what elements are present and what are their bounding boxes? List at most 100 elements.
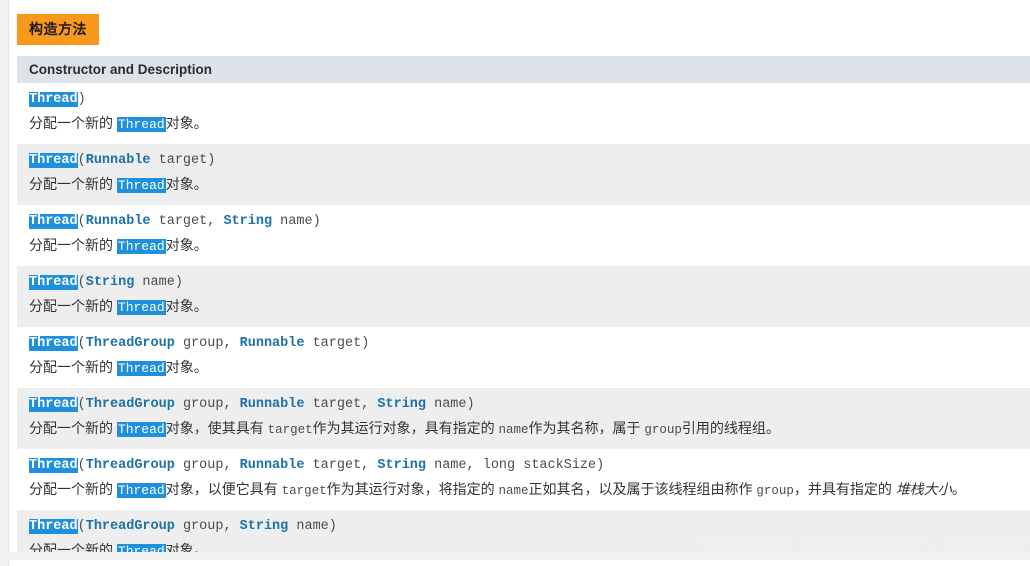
constructor-name-link[interactable]: Thread (29, 458, 78, 473)
constructor-description: 分配一个新的 Thread对象。 (29, 356, 1030, 380)
desc-code-link[interactable]: Thread (116, 300, 166, 315)
desc-code-link[interactable]: Thread (116, 422, 166, 437)
desc-text: 正如其名，以及属于该线程组由称作 (528, 481, 757, 497)
table-row: Thread(Runnable target) 分配一个新的 Thread对象。 (17, 144, 1030, 205)
param-type-link[interactable]: ThreadGroup (86, 458, 175, 473)
desc-text: 对象。 (165, 237, 208, 253)
desc-text: 对象，使其具有 (165, 420, 268, 436)
table-row: Thread(Runnable target, String name) 分配一… (17, 205, 1030, 266)
param-type-link[interactable]: String (223, 214, 272, 229)
param-type-link[interactable]: ThreadGroup (86, 397, 175, 412)
constructor-signature: Thread(ThreadGroup group, String name) (29, 517, 1030, 537)
param-type-link[interactable]: ThreadGroup (86, 336, 175, 351)
desc-code-link[interactable]: Thread (116, 178, 166, 193)
param-name: name (288, 519, 329, 534)
constructor-name-link[interactable]: Thread (29, 214, 78, 229)
desc-code-link[interactable]: Thread (116, 117, 166, 132)
constructor-cell: Thread(ThreadGroup group, Runnable targe… (17, 388, 1030, 449)
desc-text: 对象，以便它具有 (165, 481, 282, 497)
table-body: Thread) 分配一个新的 Thread对象。 Thread(Runnable… (17, 83, 1030, 566)
param-name: name (272, 214, 313, 229)
constructor-name-link[interactable]: Thread (29, 153, 78, 168)
signature-punctuation: ) (361, 336, 370, 351)
constructor-cell: Thread(String name) 分配一个新的 Thread对象。 (17, 266, 1030, 327)
constructor-name-link[interactable]: Thread (29, 275, 78, 290)
param-type-link[interactable]: String (86, 275, 135, 290)
desc-text: 作为其名称，属于 (528, 420, 645, 436)
signature-punctuation: ( (77, 519, 86, 534)
table-header-row: Constructor and Description (17, 56, 1030, 83)
param-name: target, (150, 214, 224, 229)
param-type-link[interactable]: String (240, 519, 289, 534)
param-type-link[interactable]: Runnable (86, 214, 151, 229)
param-name: name (426, 397, 467, 412)
desc-code-link[interactable]: Thread (116, 483, 166, 498)
constructor-signature: Thread(ThreadGroup group, Runnable targe… (29, 456, 1030, 476)
signature-punctuation: ) (207, 153, 216, 168)
param-type-primitive: long (482, 458, 516, 473)
constructor-signature: Thread(Runnable target) (29, 151, 1030, 171)
param-name: target, (304, 458, 378, 473)
constructor-signature: Thread) (29, 90, 1030, 110)
constructor-signature: Thread(ThreadGroup group, Runnable targe… (29, 334, 1030, 354)
signature-punctuation: ( (77, 153, 86, 168)
desc-text: ，并具有指定的 (793, 481, 896, 497)
param-name: target (304, 336, 362, 351)
table-row: Thread(ThreadGroup group, Runnable targe… (17, 388, 1030, 449)
desc-text: 作为其运行对象，将指定的 (326, 481, 499, 497)
desc-text: 分配一个新的 (29, 359, 117, 375)
desc-text: 。 (951, 481, 966, 497)
signature-punctuation: ) (596, 458, 605, 473)
constructor-signature: Thread(ThreadGroup group, Runnable targe… (29, 395, 1030, 415)
desc-text: 分配一个新的 (29, 237, 117, 253)
param-name: stackSize (515, 458, 597, 473)
param-type-link[interactable]: Runnable (240, 336, 305, 351)
param-name: name, (426, 458, 483, 473)
document-page: 构造方法 Constructor and Description Thread)… (0, 0, 1030, 566)
param-type-link[interactable]: String (377, 458, 426, 473)
param-name: name (134, 275, 175, 290)
next-section-card (8, 560, 1030, 566)
desc-code-ref: name (498, 423, 529, 437)
table-row: Thread(ThreadGroup group, Runnable targe… (17, 327, 1030, 388)
desc-text: 对象。 (165, 298, 208, 314)
param-name: target, (304, 397, 378, 412)
desc-text: 分配一个新的 (29, 481, 117, 497)
param-name: group, (174, 458, 240, 473)
table-row: Thread(ThreadGroup group, Runnable targe… (17, 449, 1030, 510)
signature-punctuation: ) (174, 275, 183, 290)
constructor-name-link[interactable]: Thread (29, 92, 78, 107)
param-type-link[interactable]: ThreadGroup (86, 519, 175, 534)
tab-constructors[interactable]: 构造方法 (17, 14, 99, 45)
constructor-name-link[interactable]: Thread (29, 397, 78, 412)
desc-code-link[interactable]: Thread (116, 239, 166, 254)
constructor-description: 分配一个新的 Thread对象，使其具有 target作为其运行对象，具有指定的… (29, 417, 1030, 441)
constructor-signature: Thread(Runnable target, String name) (29, 212, 1030, 232)
param-name: group, (174, 336, 240, 351)
signature-punctuation: ) (77, 92, 86, 107)
constructor-description: 分配一个新的 Thread对象。 (29, 295, 1030, 319)
param-name: target (150, 153, 208, 168)
desc-text: 作为其运行对象，具有指定的 (312, 420, 499, 436)
constructor-description: 分配一个新的 Thread对象。 (29, 173, 1030, 197)
signature-punctuation: ( (77, 214, 86, 229)
param-type-link[interactable]: String (377, 397, 426, 412)
param-name: group, (174, 397, 240, 412)
content-column: 构造方法 Constructor and Description Thread)… (8, 0, 1030, 566)
param-type-link[interactable]: Runnable (240, 397, 305, 412)
constructor-signature: Thread(String name) (29, 273, 1030, 293)
signature-punctuation: ( (77, 275, 86, 290)
desc-code-ref: group (756, 484, 794, 498)
constructor-name-link[interactable]: Thread (29, 336, 78, 351)
desc-text: 分配一个新的 (29, 115, 117, 131)
constructor-description: 分配一个新的 Thread对象，以便它具有 target作为其运行对象，将指定的… (29, 478, 1030, 502)
desc-text: 对象。 (165, 359, 208, 375)
param-type-link[interactable]: Runnable (240, 458, 305, 473)
param-type-link[interactable]: Runnable (86, 153, 151, 168)
constructor-name-link[interactable]: Thread (29, 519, 78, 534)
signature-punctuation: ( (77, 397, 86, 412)
signature-punctuation: ) (466, 397, 475, 412)
desc-text: 分配一个新的 (29, 298, 117, 314)
constructor-cell: Thread) 分配一个新的 Thread对象。 (17, 83, 1030, 144)
desc-code-link[interactable]: Thread (116, 361, 166, 376)
